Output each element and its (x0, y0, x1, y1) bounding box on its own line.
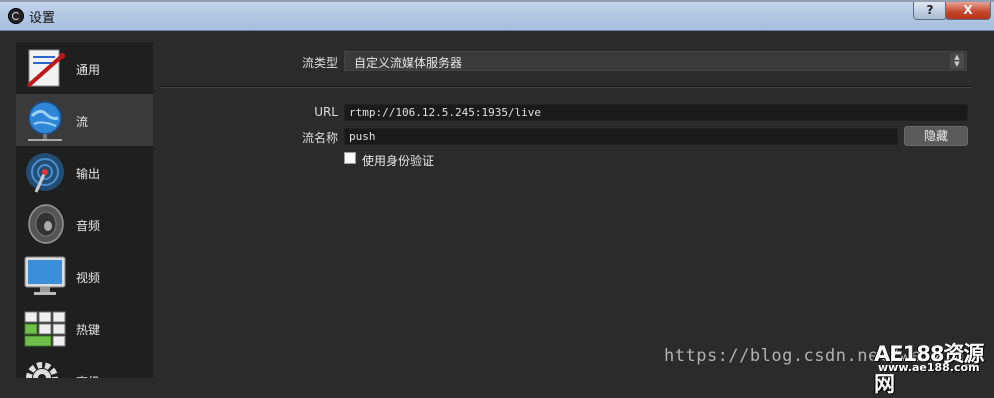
monitor-icon (24, 256, 66, 295)
title-bar: 设置 ? X (0, 0, 994, 31)
use-auth-label[interactable]: 使用身份验证 (362, 152, 434, 169)
broadcast-antenna-icon (26, 153, 64, 193)
sidebar-item-hotkeys[interactable]: 热键 (16, 302, 153, 354)
sidebar-item-label: 输出 (76, 167, 101, 181)
keyboard-icon (24, 311, 66, 347)
close-button[interactable]: X (945, 2, 991, 20)
site-logo: AE188资源网 www.ae188.com (874, 338, 994, 396)
hide-key-button[interactable]: 隐藏 (904, 126, 968, 146)
server-url-field[interactable]: rtmp://106.12.5.245:1935/live (344, 104, 968, 121)
stream-type-select[interactable]: 自定义流媒体服务器 ▲ ▼ (344, 51, 967, 71)
url-label: URL (314, 105, 338, 119)
stream-type-label: 流类型 (301, 56, 338, 70)
general-settings-icon (26, 49, 65, 88)
chevron-updown-icon: ▲ ▼ (950, 53, 964, 69)
sidebar-item-output[interactable]: 输出 (16, 146, 153, 198)
sidebar-item-label: 视频 (76, 271, 101, 285)
obs-app-icon (8, 8, 24, 24)
network-globe-icon (28, 101, 62, 141)
sidebar-item-label: 流 (76, 115, 89, 129)
help-button[interactable]: ? (913, 2, 947, 20)
section-divider (160, 86, 972, 88)
stream-type-value: 自定义流媒体服务器 (354, 56, 463, 70)
sidebar-item-label: 通用 (76, 63, 101, 77)
settings-sidebar: 通用 流 输出 音频 视频 热键 (16, 42, 153, 378)
speaker-icon (28, 204, 64, 244)
window-title: 设置 (29, 11, 56, 26)
sidebar-item-label: 热键 (76, 323, 101, 337)
sidebar-item-audio[interactable]: 音频 (16, 198, 153, 250)
sidebar-item-general[interactable]: 通用 (16, 42, 153, 94)
sidebar-item-advanced[interactable]: 高级 (16, 354, 153, 378)
gear-icon (26, 362, 58, 378)
sidebar-item-label: 高级 (76, 373, 100, 378)
sidebar-item-stream[interactable]: 流 (16, 94, 153, 146)
stream-key-field[interactable]: push (344, 128, 898, 145)
sidebar-item-label: 音频 (76, 219, 101, 233)
use-auth-checkbox[interactable] (344, 152, 356, 164)
stream-key-label: 流名称 (301, 131, 338, 145)
logo-sub-text: www.ae188.com (878, 361, 980, 374)
sidebar-item-video[interactable]: 视频 (16, 250, 153, 302)
